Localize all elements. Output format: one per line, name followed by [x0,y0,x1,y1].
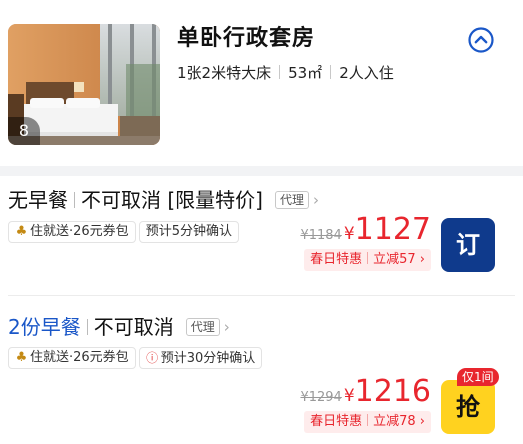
gift-icon: ♣ [15,350,28,365]
chevron-right-icon: › [419,252,425,267]
book-button[interactable]: 订 [441,218,495,272]
chevron-up-circle-icon[interactable] [467,26,495,54]
coupon-tag-label: 住就送·26元券包 [30,350,129,365]
divider [330,65,332,79]
rate-plan[interactable]: 无早餐 不可取消 [限量特价] 代理 › ♣ 住就送·26元券包 预计5分钟确认 ¥118… [0,176,523,296]
photo-count: 8 [8,117,40,145]
divider [279,65,281,79]
rate-plan[interactable]: 2份早餐 不可取消 代理 › ♣ 住就送·26元券包 ⓘ 预计30分钟确认 ¥1294 ¥12… [0,296,523,444]
special-offer-label: [限量特价] [167,188,263,212]
rate-tags: ♣ 住就送·26元券包 ⓘ 预计30分钟确认 [8,347,265,369]
room-specs: 1张2米特大床 53㎡ 2人入住 [177,62,394,84]
divider [367,414,369,426]
promo-tag[interactable]: 春日特惠 立减57 › [304,249,431,271]
divider [86,319,88,335]
divider [367,252,369,264]
chevron-right-icon[interactable]: › [224,313,230,341]
promo-tag[interactable]: 春日特惠 立减78 › [304,411,431,433]
cancel-policy: 不可取消 [93,315,174,339]
currency-symbol: ¥ [343,224,355,244]
confirm-time-label: 预计30分钟确认 [160,351,256,366]
promo-discount: 立减78 [373,414,416,429]
coupon-tag[interactable]: ♣ 住就送·26元券包 [8,347,136,369]
agent-tag[interactable]: 代理 [185,318,220,336]
confirm-time-label: 预计5分钟确认 [145,224,232,239]
chevron-right-icon[interactable]: › [313,186,319,214]
rooms-left-badge: 仅1间 [457,368,499,386]
room-photo[interactable]: 8 [8,24,160,145]
confirm-time-tag: 预计5分钟确认 [138,221,239,243]
divider [74,192,75,208]
original-price: ¥1294 [300,390,342,405]
rate-plan-header: 2份早餐 不可取消 代理 › [8,313,230,341]
room-card: 8 单卧行政套房 1张2米特大床 53㎡ 2人入住 [0,0,523,166]
current-price: 1216 [354,374,431,409]
room-area: 53㎡ [288,64,323,82]
gift-icon: ♣ [15,224,28,239]
current-price: 1127 [354,212,431,247]
coupon-tag[interactable]: ♣ 住就送·26元券包 [8,221,136,243]
guest-capacity: 2人入住 [339,64,394,82]
price-area: ¥1184 ¥1127 春日特惠 立减57 › [300,213,431,271]
promo-label: 春日特惠 [310,414,363,429]
meal-plan: 无早餐 [8,188,68,212]
chevron-right-icon: › [419,414,425,429]
price-area: ¥1294 ¥1216 春日特惠 立减78 › [300,375,431,433]
promo-discount: 立减57 [373,252,416,267]
currency-symbol: ¥ [343,386,355,406]
original-price: ¥1184 [300,228,342,243]
meal-plan: 2份早餐 [8,315,81,339]
grab-button[interactable]: 抢 [441,380,495,434]
room-title: 单卧行政套房 [177,26,316,51]
rate-plan-header: 无早餐 不可取消 [限量特价] 代理 › [8,186,319,214]
alert-circle-icon: ⓘ [146,351,159,365]
confirm-time-tag: ⓘ 预计30分钟确认 [138,347,263,369]
bed-info: 1张2米特大床 [177,64,272,82]
coupon-tag-label: 住就送·26元券包 [30,224,129,239]
agent-tag[interactable]: 代理 [274,191,309,209]
promo-label: 春日特惠 [310,252,363,267]
cancel-policy: 不可取消 [81,188,161,212]
rate-tags: ♣ 住就送·26元券包 预计5分钟确认 [8,221,242,243]
